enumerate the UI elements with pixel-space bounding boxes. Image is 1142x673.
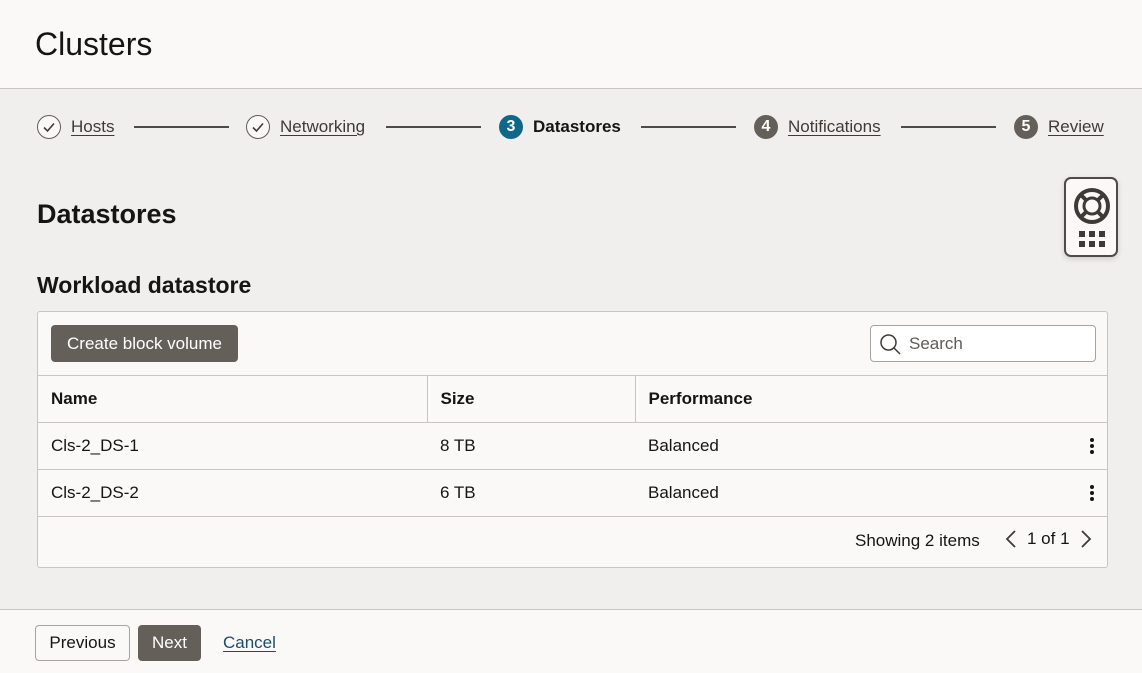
help-widget[interactable] xyxy=(1064,177,1118,257)
cell-name: Cls-2_DS-1 xyxy=(38,422,427,470)
datastore-table: Name Size Performance Cls-2_DS-1 8 TB Ba… xyxy=(38,375,1107,517)
grid-icon xyxy=(1079,231,1105,247)
next-button[interactable]: Next xyxy=(138,625,201,661)
step-connector xyxy=(134,126,229,128)
step-number-badge: 3 xyxy=(499,115,523,139)
table-header-row: Name Size Performance xyxy=(38,375,1107,423)
kebab-menu-icon xyxy=(1090,485,1094,501)
page-title: Clusters xyxy=(35,26,153,62)
step-networking[interactable]: Networking xyxy=(246,113,365,141)
step-datastores: 3 Datastores xyxy=(499,113,621,141)
pagination: 1 of 1 xyxy=(1004,529,1093,549)
cancel-link[interactable]: Cancel xyxy=(223,633,276,653)
create-block-volume-button[interactable]: Create block volume xyxy=(51,325,238,362)
step-label: Datastores xyxy=(533,117,621,136)
table-row[interactable]: Cls-2_DS-1 8 TB Balanced xyxy=(38,422,1107,470)
row-actions-button[interactable] xyxy=(1077,469,1107,517)
step-connector xyxy=(386,126,481,128)
subsection-title: Workload datastore xyxy=(37,272,252,298)
chevron-right-icon[interactable] xyxy=(1079,529,1093,549)
column-header-size[interactable]: Size xyxy=(426,375,635,423)
cell-performance: Balanced xyxy=(635,422,1077,470)
items-count: Showing 2 items xyxy=(855,531,980,550)
search-input[interactable] xyxy=(909,333,1089,354)
chevron-left-icon[interactable] xyxy=(1004,529,1018,549)
step-connector xyxy=(901,126,996,128)
page-header: Clusters xyxy=(0,0,1142,89)
section-title: Datastores xyxy=(37,199,177,229)
wizard-footer: Previous Next Cancel xyxy=(0,609,1142,673)
previous-button[interactable]: Previous xyxy=(35,625,130,661)
cell-size: 6 TB xyxy=(427,469,635,517)
column-header-name[interactable]: Name xyxy=(38,375,427,423)
step-hosts[interactable]: Hosts xyxy=(37,113,114,141)
step-label[interactable]: Networking xyxy=(280,117,365,137)
step-label[interactable]: Review xyxy=(1048,117,1104,137)
step-label[interactable]: Notifications xyxy=(788,117,881,137)
step-label[interactable]: Hosts xyxy=(71,117,114,137)
step-number-badge: 5 xyxy=(1014,115,1038,139)
datastore-table-card: Create block volume Name Size Performanc… xyxy=(37,311,1108,568)
search-icon xyxy=(880,333,901,355)
check-icon xyxy=(37,115,61,139)
table-row[interactable]: Cls-2_DS-2 6 TB Balanced xyxy=(38,469,1107,517)
cell-performance: Balanced xyxy=(635,469,1077,517)
step-connector xyxy=(641,126,736,128)
cell-size: 8 TB xyxy=(427,422,635,470)
row-actions-button[interactable] xyxy=(1077,422,1107,470)
step-notifications[interactable]: 4 Notifications xyxy=(754,113,881,141)
column-header-performance[interactable]: Performance xyxy=(634,375,1107,423)
search-box[interactable] xyxy=(870,325,1096,362)
table-footer: Showing 2 items 1 of 1 xyxy=(38,517,1107,567)
step-number-badge: 4 xyxy=(754,115,778,139)
wizard-stepper: Hosts Networking 3 Datastores 4 Notifica… xyxy=(0,113,1142,141)
step-review[interactable]: 5 Review xyxy=(1014,113,1104,141)
check-icon xyxy=(246,115,270,139)
cell-name: Cls-2_DS-2 xyxy=(38,469,427,517)
lifebuoy-icon xyxy=(1074,188,1110,224)
page-info: 1 of 1 xyxy=(1027,529,1070,548)
kebab-menu-icon xyxy=(1090,438,1094,454)
